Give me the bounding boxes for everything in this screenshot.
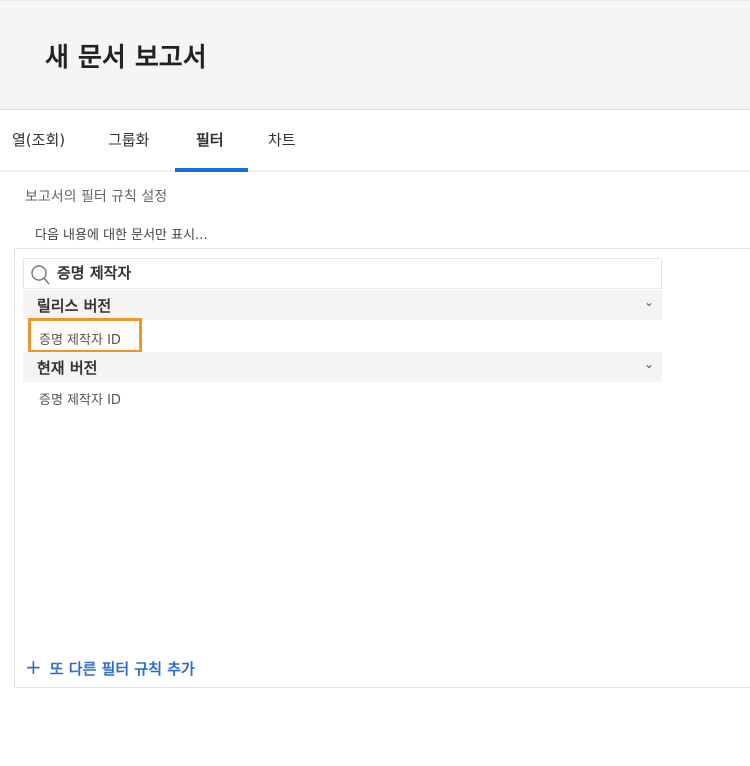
chevron-down-icon: ⌄ [643,295,654,309]
show-only-label: 다음 내용에 대한 문서만 표시... [35,228,208,243]
filter-panel: 릴리스 버전 ⌄ 증명 제작자 ID 현재 버전 ⌄ 증명 제작자 ID +또 … [14,248,750,688]
plus-icon: + [25,655,42,679]
search-icon [31,265,50,285]
tab-chart[interactable]: 차트 [268,129,296,150]
tab-bar: 열(조회) 그룹화 필터 차트 [0,110,750,172]
tab-columns[interactable]: 열(조회) [12,129,65,150]
filter-subtitle: 보고서의 필터 규칙 설정 [25,189,168,205]
active-tab-indicator [175,168,248,172]
page-title: 새 문서 보고서 [45,43,207,73]
group-label: 현재 버전 [37,359,98,377]
search-input[interactable] [57,263,637,281]
chevron-down-icon: ⌄ [643,357,654,371]
highlight-box [28,318,142,353]
group-current-version[interactable]: 현재 버전 ⌄ [23,352,662,382]
add-filter-rule-button[interactable]: + 또 다른 필터 규칙 추가 [25,655,195,679]
group-label: 릴리스 버전 [37,297,112,315]
tab-grouping[interactable]: 그룹화 [108,129,149,150]
page-header: 새 문서 보고서 [0,0,750,110]
group-release-version[interactable]: 릴리스 버전 ⌄ [23,290,662,320]
add-filter-rule-label: 또 다른 필터 규칙 추가 [49,660,195,678]
list-item[interactable]: 증명 제작자 ID [39,389,121,408]
tab-filter[interactable]: 필터 [196,129,224,150]
field-search[interactable] [23,258,662,289]
